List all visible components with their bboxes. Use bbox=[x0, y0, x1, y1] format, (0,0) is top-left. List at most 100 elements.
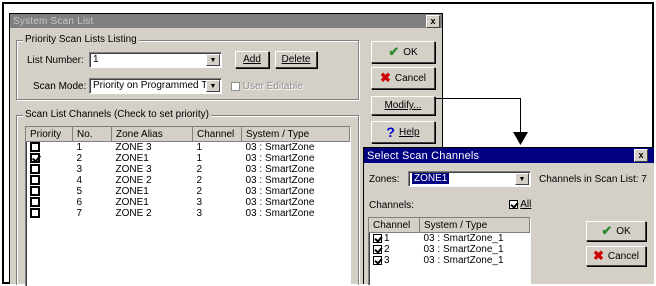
list-item[interactable]: 2 03 : SmartZone_1 bbox=[369, 244, 530, 255]
row-no: 5 bbox=[76, 186, 83, 197]
col-system-type[interactable]: System / Type bbox=[241, 127, 350, 142]
add-button[interactable]: Add bbox=[235, 51, 269, 68]
priority-checkbox[interactable] bbox=[30, 208, 40, 219]
modify-button[interactable]: Modify... bbox=[371, 96, 435, 115]
scan-mode-dropdown[interactable]: Priority on Programmed TG ▼ bbox=[89, 78, 222, 94]
all-checkbox-box[interactable] bbox=[509, 199, 518, 209]
list-number-label: List Number: bbox=[27, 55, 84, 66]
select-ok-label: OK bbox=[616, 225, 631, 237]
select-channels-list[interactable]: Channel System / Type 1 03 : SmartZone_1 2… bbox=[368, 217, 531, 285]
table-row[interactable]: 3 ZONE 3 2 03 : SmartZone bbox=[26, 164, 350, 175]
priority-cell bbox=[26, 197, 73, 208]
table-row[interactable]: 6 ZONE1 3 03 : SmartZone bbox=[26, 197, 350, 208]
priority-checkbox[interactable] bbox=[30, 164, 40, 175]
priority-checkbox[interactable] bbox=[30, 175, 40, 186]
row-system-type: 03 : SmartZone bbox=[245, 175, 315, 186]
priority-checkbox[interactable] bbox=[30, 197, 40, 208]
select-row-system-type: 03 : SmartZone_1 bbox=[423, 233, 504, 244]
col-channel[interactable]: Channel bbox=[192, 127, 242, 142]
select-row-channel: 2 bbox=[384, 244, 390, 255]
delete-button[interactable]: Delete bbox=[275, 51, 317, 68]
channel-checkbox[interactable] bbox=[373, 244, 382, 254]
ok-label: OK bbox=[403, 46, 418, 58]
row-zone-alias: ZONE 2 bbox=[115, 208, 152, 219]
table-row[interactable]: 1 ZONE 3 1 03 : SmartZone bbox=[26, 142, 350, 153]
select-row-channel-cell: 1 bbox=[369, 233, 420, 244]
cancel-label: Cancel bbox=[394, 72, 427, 84]
zones-dropdown[interactable]: ZONE1 ▼ bbox=[408, 171, 531, 187]
channels-list[interactable]: Priority No. Zone Alias Channel System /… bbox=[25, 126, 351, 286]
row-zone-alias: ZONE 3 bbox=[115, 142, 152, 153]
select-row-channel: 3 bbox=[384, 255, 390, 266]
list-number-dropdown[interactable]: 1 ▼ bbox=[89, 52, 222, 68]
row-system-type: 03 : SmartZone bbox=[245, 153, 315, 164]
row-system-type: 03 : SmartZone bbox=[245, 208, 315, 219]
select-close-button[interactable]: x bbox=[634, 149, 648, 162]
priority-checkbox[interactable] bbox=[30, 186, 40, 197]
user-editable-box[interactable] bbox=[231, 81, 240, 91]
chevron-down-icon[interactable]: ▼ bbox=[206, 54, 220, 66]
select-cancel-button[interactable]: ✖ Cancel bbox=[586, 246, 646, 266]
help-button[interactable]: ? Help bbox=[371, 121, 435, 143]
priority-cell bbox=[26, 153, 73, 164]
select-scan-channels-window: Select Scan Channels x Zones: ZONE1 ▼ Ch… bbox=[363, 147, 654, 285]
table-row[interactable]: 4 ZONE 2 2 03 : SmartZone bbox=[26, 175, 350, 186]
row-zone-alias: ZONE1 bbox=[115, 197, 149, 208]
table-row[interactable]: 5 ZONE1 2 03 : SmartZone bbox=[26, 186, 350, 197]
priority-scan-lists-group: Priority Scan Lists Listing List Number:… bbox=[16, 34, 359, 100]
priority-checkbox[interactable] bbox=[30, 142, 40, 153]
select-col-system-type[interactable]: System / Type bbox=[419, 218, 530, 233]
priority-cell bbox=[26, 208, 73, 219]
row-zone-alias: ZONE 2 bbox=[115, 175, 152, 186]
priority-checkbox[interactable] bbox=[30, 153, 40, 164]
select-row-system-type: 03 : SmartZone_1 bbox=[423, 255, 504, 266]
row-no: 2 bbox=[76, 153, 83, 164]
connector-horizontal bbox=[435, 98, 521, 99]
chevron-down-icon[interactable]: ▼ bbox=[515, 173, 529, 185]
select-ok-button[interactable]: ✔ OK bbox=[586, 221, 646, 241]
select-cancel-label: Cancel bbox=[607, 250, 640, 262]
row-no: 7 bbox=[76, 208, 83, 219]
table-row[interactable]: 2 ZONE1 1 03 : SmartZone bbox=[26, 153, 350, 164]
ok-button[interactable]: ✔ OK bbox=[371, 41, 435, 63]
list-item[interactable]: 1 03 : SmartZone_1 bbox=[369, 233, 530, 244]
channel-checkbox[interactable] bbox=[373, 233, 382, 243]
priority-group-legend: Priority Scan Lists Listing bbox=[23, 34, 139, 45]
select-row-channel-cell: 3 bbox=[369, 255, 420, 266]
main-window-title: System Scan List bbox=[13, 15, 94, 27]
zones-value: ZONE1 bbox=[412, 173, 450, 184]
priority-cell bbox=[26, 164, 73, 175]
select-col-channel[interactable]: Channel bbox=[369, 218, 420, 233]
list-number-value: 1 bbox=[93, 54, 99, 65]
priority-cell bbox=[26, 175, 73, 186]
channel-checkbox[interactable] bbox=[373, 255, 382, 265]
zones-label: Zones: bbox=[369, 174, 400, 185]
row-channel: 2 bbox=[196, 175, 203, 186]
row-channel: 1 bbox=[196, 142, 203, 153]
row-system-type: 03 : SmartZone bbox=[245, 142, 315, 153]
table-row[interactable]: 7 ZONE 2 3 03 : SmartZone bbox=[26, 208, 350, 219]
chevron-down-icon[interactable]: ▼ bbox=[206, 80, 220, 92]
channels-header-row: Priority No. Zone Alias Channel System /… bbox=[26, 127, 350, 142]
col-priority[interactable]: Priority bbox=[26, 127, 73, 142]
user-editable-checkbox[interactable]: User Editable bbox=[231, 81, 303, 92]
check-icon: ✔ bbox=[388, 44, 400, 59]
main-close-button[interactable]: x bbox=[426, 15, 440, 28]
row-zone-alias: ZONE 3 bbox=[115, 164, 152, 175]
list-item[interactable]: 3 03 : SmartZone_1 bbox=[369, 255, 530, 266]
all-label: All bbox=[520, 199, 532, 210]
row-no: 3 bbox=[76, 164, 83, 175]
row-no: 4 bbox=[76, 175, 83, 186]
add-label: Add bbox=[243, 54, 261, 65]
modify-label: Modify... bbox=[384, 100, 422, 111]
row-channel: 2 bbox=[196, 186, 203, 197]
user-editable-label: User Editable bbox=[242, 81, 303, 92]
row-no: 6 bbox=[76, 197, 83, 208]
row-channel: 3 bbox=[196, 208, 203, 219]
col-zone-alias[interactable]: Zone Alias bbox=[111, 127, 193, 142]
col-no[interactable]: No. bbox=[72, 127, 112, 142]
all-checkbox[interactable]: All bbox=[509, 199, 531, 210]
row-system-type: 03 : SmartZone bbox=[245, 186, 315, 197]
cancel-button[interactable]: ✖ Cancel bbox=[371, 67, 435, 89]
row-system-type: 03 : SmartZone bbox=[245, 164, 315, 175]
